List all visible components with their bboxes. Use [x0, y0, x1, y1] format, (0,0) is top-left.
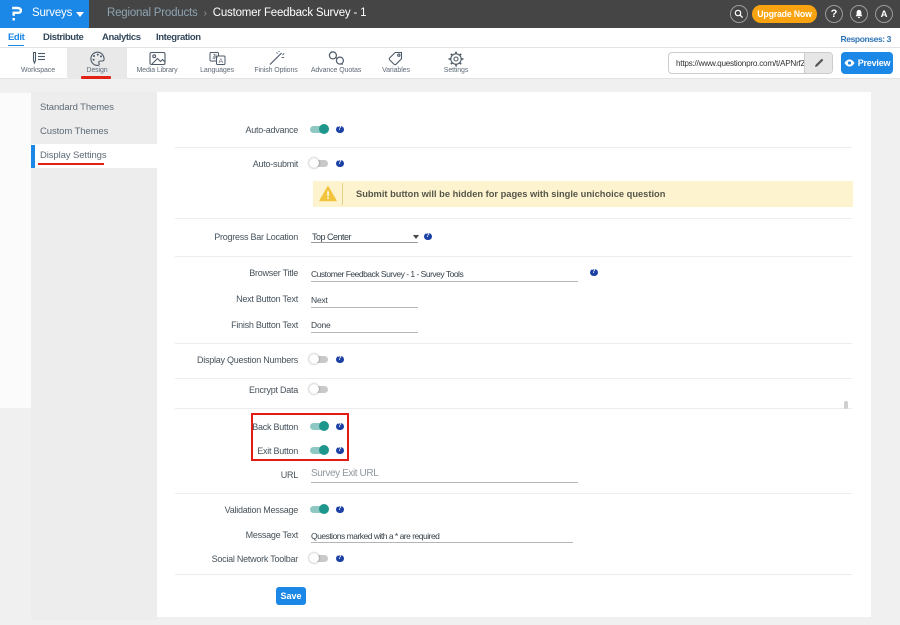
svg-text:あ: あ [212, 54, 218, 61]
svg-text:A: A [219, 58, 224, 65]
